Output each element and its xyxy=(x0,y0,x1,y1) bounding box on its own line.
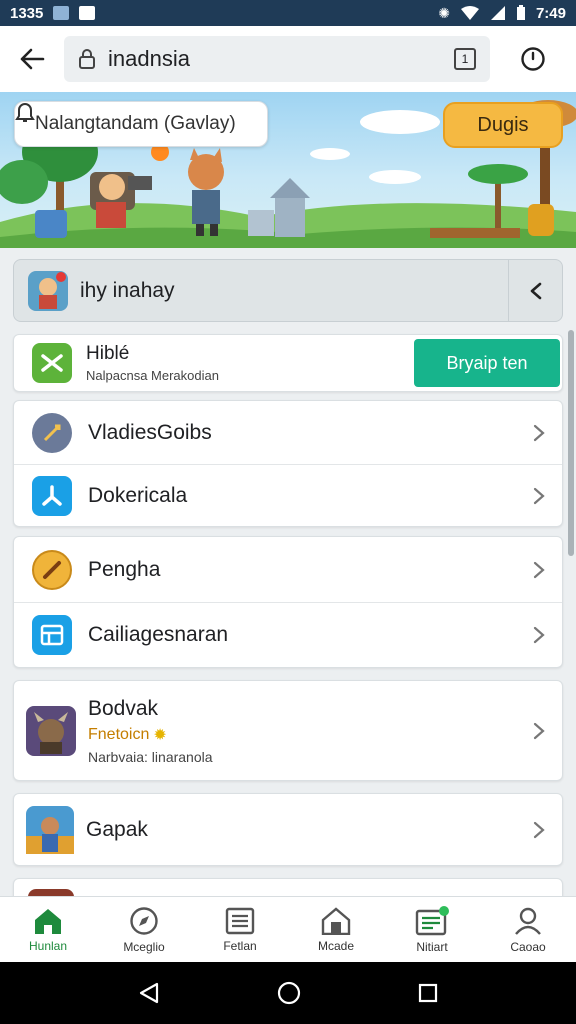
sparkle-icon: ✹ xyxy=(153,726,167,744)
store-icon xyxy=(321,906,351,935)
chevron-left-icon xyxy=(530,282,541,299)
wifi-icon xyxy=(460,6,479,20)
notification-text: Nalangtandam (Gavlay) xyxy=(35,113,236,134)
back-button[interactable] xyxy=(0,26,64,92)
game-tag-label: Fnetoicn xyxy=(88,725,150,743)
inbox-icon xyxy=(415,905,449,935)
nav-store[interactable]: Mcade xyxy=(288,897,384,962)
home-icon xyxy=(35,908,61,934)
scrollbar[interactable] xyxy=(568,330,574,556)
nav-profile[interactable]: Caoao xyxy=(480,897,576,962)
nav-feed[interactable]: Fetlan xyxy=(192,897,288,962)
app-notification-icon xyxy=(79,6,96,20)
nav-label: Nitiart xyxy=(416,939,448,954)
history-button[interactable] xyxy=(490,26,576,92)
install-button[interactable]: Bryaip ten xyxy=(414,339,560,387)
menu-item-label: Dokericala xyxy=(88,484,188,507)
back-triangle-icon[interactable] xyxy=(137,981,161,1005)
browser-toolbar: inadnsia 1 xyxy=(0,26,576,92)
chevron-right-icon xyxy=(533,424,545,441)
system-navigation-bar xyxy=(0,962,576,1024)
nav-inbox[interactable]: Nitiart xyxy=(384,897,480,962)
menu-item-label: VladiesGoibs xyxy=(88,420,212,444)
profile-icon xyxy=(515,907,541,935)
clock-icon xyxy=(521,47,545,71)
bat-icon xyxy=(32,549,72,590)
menu-item-label: Pengha xyxy=(88,557,161,581)
chevron-right-icon xyxy=(533,561,545,578)
news-icon xyxy=(225,907,255,934)
notification-pill[interactable]: Nalangtandam (Gavlay) xyxy=(14,101,268,147)
signal-icon xyxy=(490,6,505,20)
lock-icon xyxy=(79,49,95,69)
status-time-left: 1335 xyxy=(10,4,44,22)
hub-title: Hiblé xyxy=(86,343,130,364)
bell-icon xyxy=(15,102,35,122)
recents-square-icon[interactable] xyxy=(417,982,439,1004)
group-title: ihy inahay xyxy=(80,278,175,302)
group-avatar-icon xyxy=(28,270,68,311)
promo-banner[interactable]: Nalangtandam (Gavlay) Dugis xyxy=(0,92,576,248)
fan-icon xyxy=(32,476,72,516)
game-subtitle: Narbvaia: linaranola xyxy=(88,748,213,765)
hub-app-icon xyxy=(32,343,72,383)
menu-item-cailiagesnaran[interactable]: Cailiagesnaran xyxy=(14,602,562,667)
menu-item-pengha[interactable]: Pengha xyxy=(14,537,562,602)
game-avatar-icon xyxy=(26,805,74,854)
gallery-notification-icon xyxy=(53,6,70,20)
calendar-icon xyxy=(32,615,72,655)
menu-card-2: Pengha Cailiagesnaran xyxy=(13,536,563,668)
chevron-right-icon xyxy=(533,722,545,739)
home-circle-icon[interactable] xyxy=(276,980,302,1006)
status-bar: 1335 ✺ 7:49 xyxy=(0,0,576,26)
nav-label: Mceglio xyxy=(123,939,165,954)
address-bar[interactable]: inadnsia 1 xyxy=(64,36,490,82)
chevron-right-icon xyxy=(533,487,545,505)
nav-label: Mcade xyxy=(317,938,355,953)
chevron-right-icon xyxy=(533,821,545,838)
battery-icon xyxy=(516,5,525,20)
menu-item-vladiesgoibs[interactable]: VladiesGoibs xyxy=(14,401,562,464)
url-text: inadnsia xyxy=(108,46,190,71)
sword-icon xyxy=(32,412,72,453)
game-avatar-icon xyxy=(26,705,76,756)
compass-icon xyxy=(130,906,158,935)
hub-card: Hiblé Nalpacnsa Merakodian Bryaip ten xyxy=(13,334,563,392)
menu-item-label: Cailiagesnaran xyxy=(88,623,229,646)
game-card-gapak[interactable]: Gapak xyxy=(13,793,563,866)
game-title: Gapak xyxy=(86,817,148,841)
nav-label: Hunlan xyxy=(28,938,68,953)
menu-card-1: VladiesGoibs Dokericala xyxy=(13,400,563,527)
menu-item-dokericala[interactable]: Dokericala xyxy=(14,464,562,527)
nav-explore[interactable]: Mceglio xyxy=(96,897,192,962)
status-time-right: 7:49 xyxy=(535,4,566,22)
tab-switcher-button[interactable]: 1 xyxy=(454,48,476,70)
settings-status-icon: ✺ xyxy=(438,4,450,21)
group-header[interactable]: ihy inahay xyxy=(13,259,563,322)
banner-cta-button[interactable]: Dugis xyxy=(443,102,563,148)
game-tag: Fnetoicn ✹ xyxy=(88,725,530,745)
chevron-right-icon xyxy=(533,626,545,644)
hub-subtitle: Nalpacnsa Merakodian xyxy=(86,368,219,383)
bottom-navigation: Hunlan Mceglio Fetlan Mcade Nitiart Caoa… xyxy=(0,896,576,962)
nav-home[interactable]: Hunlan xyxy=(0,897,96,962)
nav-label: Caoao xyxy=(510,939,546,954)
arrow-left-icon xyxy=(20,48,45,70)
nav-label: Fetlan xyxy=(223,938,257,953)
collapse-button[interactable] xyxy=(508,260,562,321)
game-card-bodvak[interactable]: Bodvak Fnetoicn ✹ Narbvaia: linaranola xyxy=(13,680,563,781)
game-title: Bodvak xyxy=(88,696,159,720)
